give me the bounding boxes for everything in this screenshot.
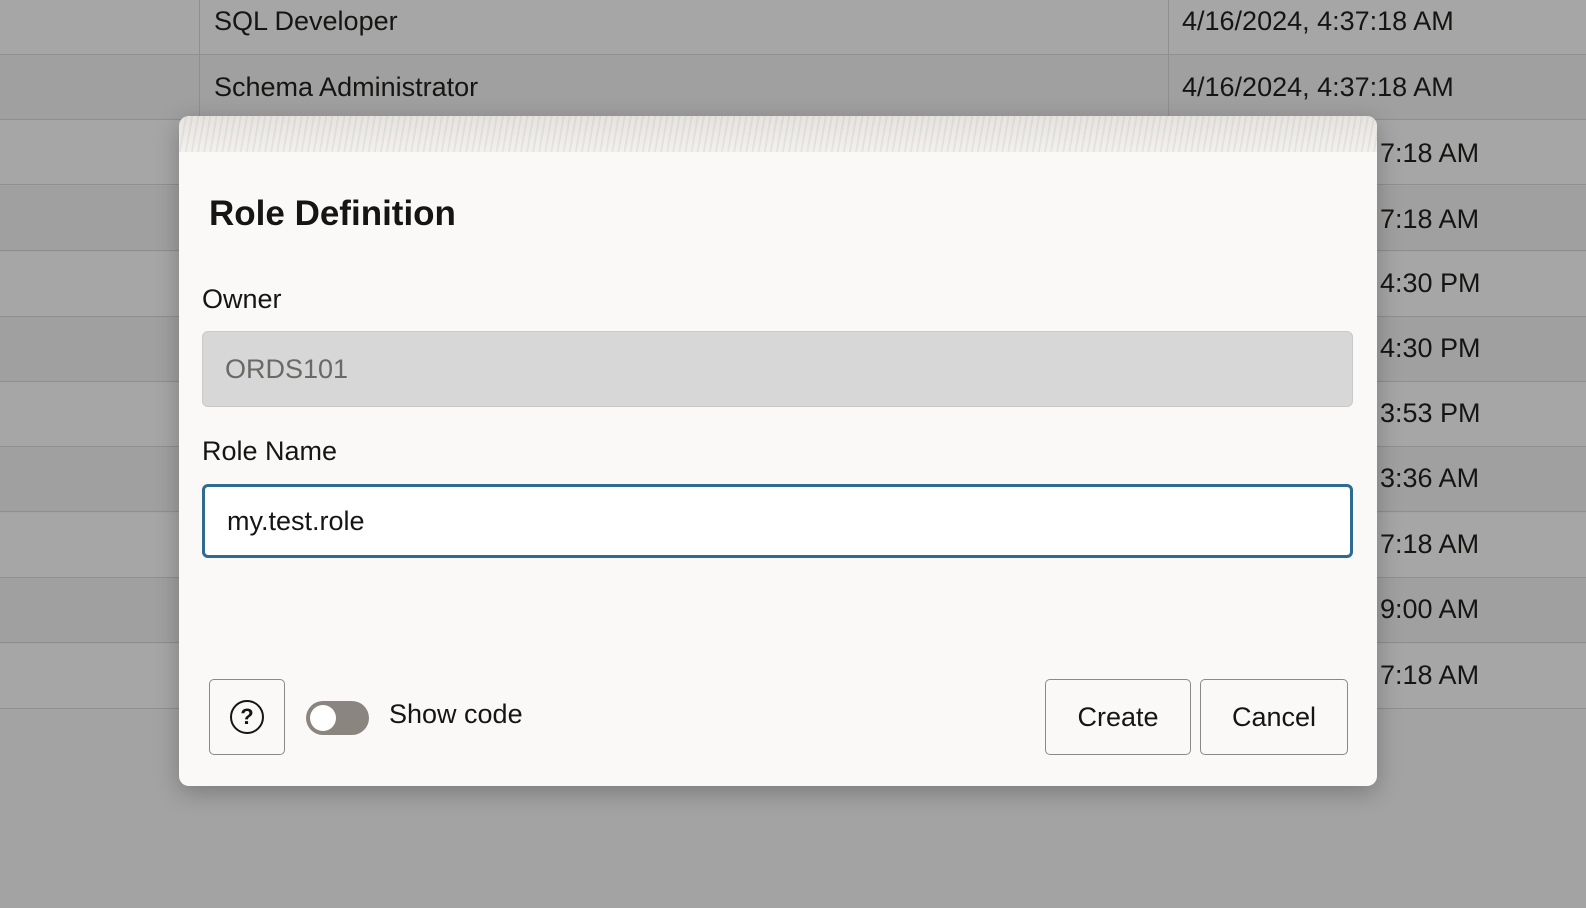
table-cell-name: Schema Administrator xyxy=(214,72,479,102)
show-code-toggle[interactable] xyxy=(306,701,369,735)
dialog-header-texture xyxy=(179,116,1377,152)
table-cell-date: 7:18 AM xyxy=(1380,204,1480,234)
toggle-knob xyxy=(310,705,336,731)
dialog-title: Role Definition xyxy=(209,194,456,233)
owner-field xyxy=(202,331,1353,407)
table-row: Schema Administrator 4/16/2024, 4:37:18 … xyxy=(0,55,1586,120)
table-cell-name: SQL Developer xyxy=(214,6,398,36)
question-circle-icon: ? xyxy=(230,700,264,734)
table-cell-date: 4:30 PM xyxy=(1380,333,1481,363)
table-cell-date: 7:18 AM xyxy=(1380,138,1480,168)
table-cell-date: 4/16/2024, 4:37:18 AM xyxy=(1182,6,1454,36)
cancel-button[interactable]: Cancel xyxy=(1200,679,1348,755)
show-code-label: Show code xyxy=(389,699,523,729)
role-name-input[interactable] xyxy=(202,484,1353,558)
table-cell-date: 4/16/2024, 4:37:18 AM xyxy=(1182,72,1454,102)
table-cell-date: 4:30 PM xyxy=(1380,268,1481,298)
table-row: SQL Developer 4/16/2024, 4:37:18 AM xyxy=(0,0,1586,55)
create-button[interactable]: Create xyxy=(1045,679,1191,755)
help-button[interactable]: ? xyxy=(209,679,285,755)
table-cell-date: 7:18 AM xyxy=(1380,660,1480,690)
table-cell-date: 9:00 AM xyxy=(1380,594,1480,624)
table-cell-date: 3:36 AM xyxy=(1380,463,1480,493)
owner-label: Owner xyxy=(202,284,282,314)
table-cell-date: 3:53 PM xyxy=(1380,398,1481,428)
role-definition-dialog: Role Definition Owner Role Name ? Show c… xyxy=(179,116,1377,786)
role-name-label: Role Name xyxy=(202,436,338,466)
table-cell-date: 7:18 AM xyxy=(1380,529,1480,559)
